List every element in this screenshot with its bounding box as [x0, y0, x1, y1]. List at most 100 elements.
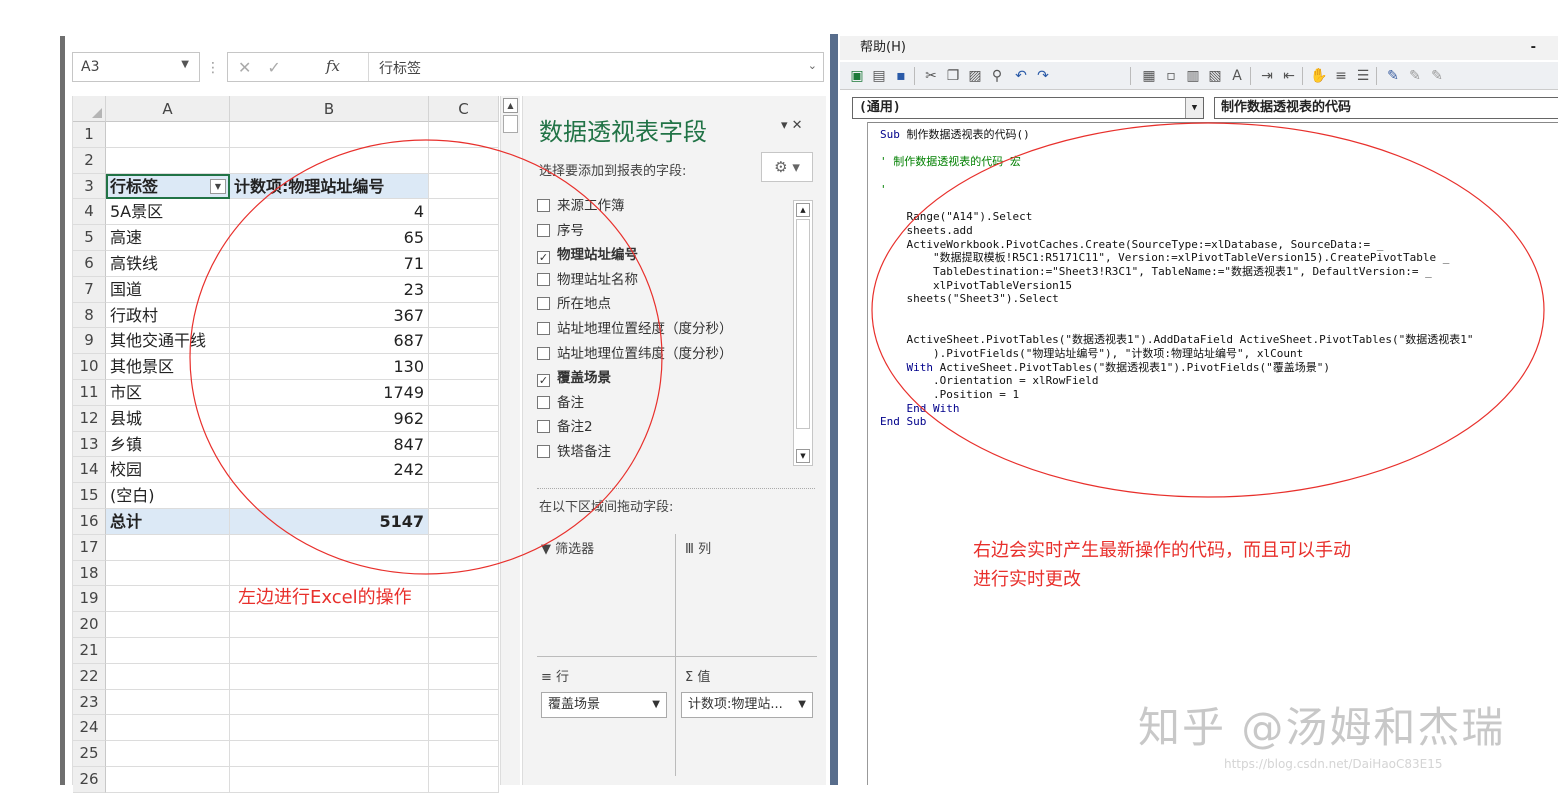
- row-header[interactable]: 1: [73, 122, 106, 148]
- cell-b[interactable]: [230, 534, 429, 561]
- row-header[interactable]: 24: [73, 715, 106, 742]
- code-line[interactable]: ).PivotFields("物理站址编号"), "计数项:物理站址编号", x…: [880, 347, 1473, 361]
- cell-c[interactable]: [429, 380, 499, 406]
- uncomment-block-icon[interactable]: ☰: [1354, 67, 1372, 85]
- cell-c[interactable]: [429, 328, 499, 355]
- next-bookmark-icon[interactable]: ✎: [1406, 67, 1424, 85]
- cell-c[interactable]: [429, 715, 499, 742]
- cut-icon[interactable]: ✂: [922, 67, 940, 85]
- field-list-item[interactable]: 物理站址名称: [537, 270, 638, 290]
- field-list-item[interactable]: 备注: [537, 393, 584, 413]
- cell-a[interactable]: [106, 147, 230, 174]
- cell-a[interactable]: 其他交通干线: [106, 328, 230, 355]
- prev-bookmark-icon[interactable]: ✎: [1428, 67, 1446, 85]
- cell-a[interactable]: [106, 741, 230, 767]
- code-text[interactable]: Sub 制作数据透视表的代码() ' 制作数据透视表的代码 宏 ' Range("A…: [880, 128, 1473, 429]
- cell-a[interactable]: [106, 560, 230, 587]
- cell-b[interactable]: [230, 612, 429, 638]
- cell-a[interactable]: 乡镇: [106, 431, 230, 458]
- cell-a[interactable]: 县城: [106, 405, 230, 432]
- checkbox[interactable]: [537, 420, 550, 434]
- field-list-item[interactable]: 所在地点: [537, 294, 611, 314]
- code-line[interactable]: "数据提取模板!R5C1:R5171C11", Version:=xlPivot…: [880, 251, 1473, 265]
- cell-c[interactable]: [429, 147, 499, 174]
- cell-a[interactable]: 5A景区: [106, 199, 230, 226]
- code-line[interactable]: ActiveWorkbook.PivotCaches.Create(Source…: [880, 238, 1473, 252]
- chevron-down-icon[interactable]: ▼: [1185, 98, 1203, 118]
- rows-field-dropdown[interactable]: 覆盖场景 ▼: [541, 692, 667, 718]
- cell-b[interactable]: 4: [230, 199, 429, 226]
- cell-c[interactable]: [429, 663, 499, 690]
- redo-icon[interactable]: ↷: [1034, 67, 1052, 85]
- cell-c[interactable]: [429, 457, 499, 484]
- cell-c[interactable]: [429, 405, 499, 432]
- cell-c[interactable]: [429, 431, 499, 458]
- column-header-c[interactable]: C: [429, 96, 499, 122]
- code-line[interactable]: [880, 142, 1473, 156]
- cell-a[interactable]: [106, 612, 230, 638]
- list-constants-icon[interactable]: ▫: [1162, 67, 1180, 85]
- cell-c[interactable]: [429, 509, 499, 535]
- chevron-down-icon[interactable]: ▼: [798, 693, 806, 717]
- undo-icon[interactable]: ↶: [1012, 67, 1030, 85]
- scroll-up-icon[interactable]: ▲: [503, 98, 518, 113]
- formula-input[interactable]: ✕✓ fx 行标签 ⌄: [227, 52, 824, 82]
- checkbox[interactable]: ✓: [537, 251, 550, 265]
- cell-c[interactable]: [429, 612, 499, 638]
- column-header-b[interactable]: B: [230, 96, 429, 122]
- copy-icon[interactable]: ❐: [944, 67, 962, 85]
- row-header[interactable]: 10: [73, 354, 106, 380]
- checkbox[interactable]: [537, 272, 550, 286]
- cell-b[interactable]: 65: [230, 225, 429, 251]
- scroll-up-icon[interactable]: ▲: [796, 203, 810, 217]
- row-header[interactable]: 22: [73, 663, 106, 690]
- checkbox[interactable]: [537, 223, 550, 237]
- cell-b[interactable]: [230, 638, 429, 664]
- outdent-icon[interactable]: ⇤: [1280, 67, 1298, 85]
- row-header[interactable]: 15: [73, 483, 106, 509]
- checkbox[interactable]: ✓: [537, 374, 550, 388]
- cell-a[interactable]: 行标签 ▼: [106, 173, 230, 200]
- cell-b[interactable]: [230, 663, 429, 690]
- breakpoint-icon[interactable]: ✋: [1310, 67, 1328, 85]
- code-line[interactable]: [880, 306, 1473, 320]
- cell-c[interactable]: [429, 560, 499, 587]
- row-header[interactable]: 20: [73, 612, 106, 638]
- cell-b[interactable]: [230, 715, 429, 742]
- checkbox[interactable]: [537, 322, 550, 335]
- code-line[interactable]: Sub 制作数据透视表的代码(): [880, 128, 1473, 142]
- cell-a[interactable]: [106, 586, 230, 613]
- paste-icon[interactable]: ▨: [966, 67, 984, 85]
- row-header[interactable]: 17: [73, 534, 106, 561]
- field-list-item[interactable]: 来源工作簿: [537, 196, 625, 216]
- cell-b[interactable]: 367: [230, 302, 429, 329]
- minimize-icon[interactable]: -: [1531, 36, 1536, 60]
- chevron-down-icon[interactable]: ▼: [181, 59, 189, 70]
- cell-c[interactable]: [429, 251, 499, 277]
- row-header[interactable]: 16: [73, 509, 106, 535]
- code-line[interactable]: [880, 320, 1473, 334]
- code-line[interactable]: sheets("Sheet3").Select: [880, 292, 1473, 306]
- cell-c[interactable]: [429, 689, 499, 716]
- code-line[interactable]: [880, 196, 1473, 210]
- parameter-info-icon[interactable]: ▧: [1206, 67, 1224, 85]
- cancel-confirm-icons[interactable]: ✕✓: [238, 58, 297, 77]
- cell-b[interactable]: [230, 147, 429, 174]
- menu-help[interactable]: 帮助(H): [860, 36, 906, 60]
- cell-c[interactable]: [429, 302, 499, 329]
- formula-value[interactable]: 行标签: [368, 53, 431, 81]
- cell-a[interactable]: [106, 638, 230, 664]
- cell-a[interactable]: 校园: [106, 457, 230, 484]
- cell-b[interactable]: 计数项:物理站址编号: [230, 173, 429, 200]
- excel-view-icon[interactable]: ▣: [848, 67, 866, 85]
- comment-block-icon[interactable]: ≡: [1332, 67, 1350, 85]
- checkbox[interactable]: [537, 346, 550, 360]
- cell-a[interactable]: 国道: [106, 276, 230, 303]
- row-header[interactable]: 11: [73, 380, 106, 406]
- cell-b[interactable]: [230, 741, 429, 767]
- cell-b[interactable]: 23: [230, 276, 429, 303]
- select-all-corner[interactable]: [73, 96, 106, 122]
- chevron-down-icon[interactable]: ▼: [652, 693, 660, 717]
- name-box[interactable]: A3 ▼: [72, 52, 200, 82]
- cell-b[interactable]: [230, 767, 429, 793]
